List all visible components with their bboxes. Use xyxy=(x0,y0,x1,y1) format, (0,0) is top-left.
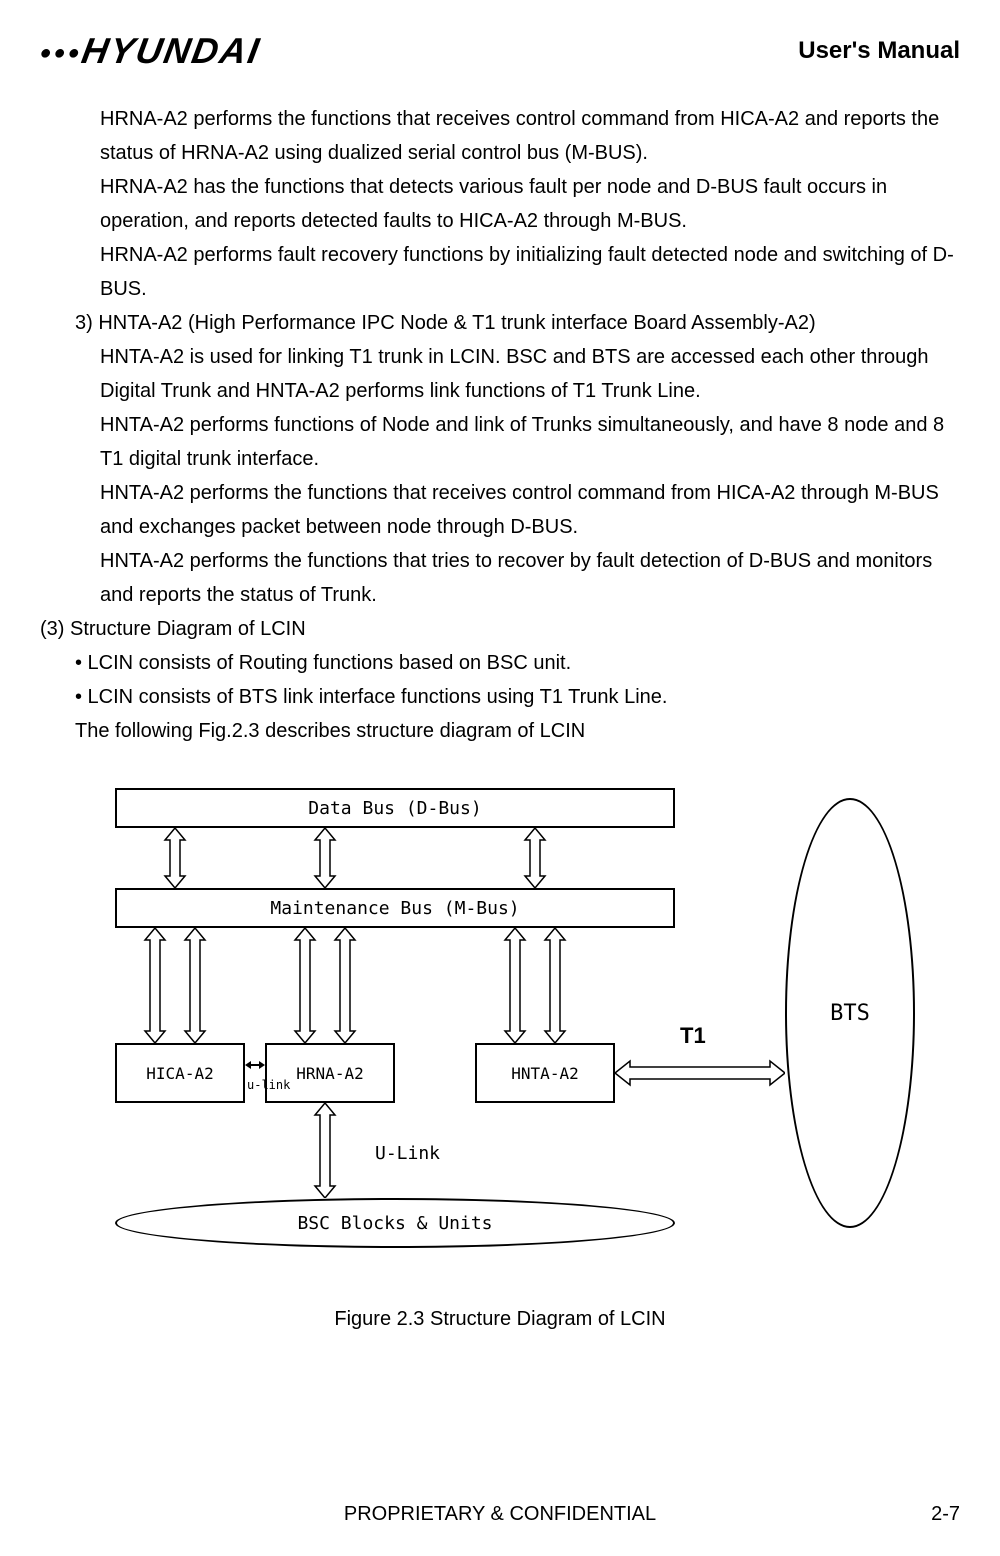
logo-dots-icon: ●●● xyxy=(38,42,84,65)
t1-label: T1 xyxy=(680,1023,706,1049)
page-footer: PROPRIETARY & CONFIDENTIAL 2-7 xyxy=(40,1503,960,1526)
page-number: 2-7 xyxy=(931,1503,960,1526)
hrna-box: HRNA-A2 xyxy=(265,1043,395,1103)
hica-box: HICA-A2 xyxy=(115,1043,245,1103)
bsc-ellipse: BSC Blocks & Units xyxy=(115,1198,675,1248)
manual-title: User's Manual xyxy=(798,37,960,65)
body-content: HRNA-A2 performs the functions that rece… xyxy=(40,102,960,748)
page-header: ●●●HYUNDAI User's Manual xyxy=(40,30,960,72)
hnta-box: HNTA-A2 xyxy=(475,1043,615,1103)
arrow-vert-icon xyxy=(500,928,530,1043)
paragraph: HNTA-A2 performs the functions that trie… xyxy=(40,544,960,612)
figure-caption: Figure 2.3 Structure Diagram of LCIN xyxy=(40,1308,960,1331)
ulink-label: U-Link xyxy=(375,1143,440,1164)
arrow-vert-icon xyxy=(290,928,320,1043)
arrow-vert-icon xyxy=(310,1103,340,1198)
mbus-box: Maintenance Bus (M-Bus) xyxy=(115,888,675,928)
arrow-horiz-icon xyxy=(245,1058,265,1073)
paragraph: HNTA-A2 performs the functions that rece… xyxy=(40,476,960,544)
paragraph: • LCIN consists of Routing functions bas… xyxy=(40,646,960,680)
lcin-diagram: Data Bus (D-Bus) Maintenance Bus (M-Bus)… xyxy=(75,788,925,1268)
paragraph: HNTA-A2 is used for linking T1 trunk in … xyxy=(40,340,960,408)
arrow-horiz-icon xyxy=(615,1053,785,1093)
arrow-vert-icon xyxy=(180,928,210,1043)
paragraph: The following Fig.2.3 describes structur… xyxy=(40,714,960,748)
paragraph: HRNA-A2 has the functions that detects v… xyxy=(40,170,960,238)
ulink-small-label: u-link xyxy=(247,1078,290,1092)
paragraph: • LCIN consists of BTS link interface fu… xyxy=(40,680,960,714)
paragraph: HRNA-A2 performs fault recovery function… xyxy=(40,238,960,306)
arrow-vert-icon xyxy=(310,828,340,888)
footer-proprietary: PROPRIETARY & CONFIDENTIAL xyxy=(344,1503,656,1526)
dbus-box: Data Bus (D-Bus) xyxy=(115,788,675,828)
arrow-vert-icon xyxy=(160,828,190,888)
paragraph: (3) Structure Diagram of LCIN xyxy=(40,612,960,646)
arrow-vert-icon xyxy=(520,828,550,888)
hyundai-logo: ●●●HYUNDAI xyxy=(36,30,264,72)
paragraph: HNTA-A2 performs functions of Node and l… xyxy=(40,408,960,476)
arrow-vert-icon xyxy=(540,928,570,1043)
paragraph: 3) HNTA-A2 (High Performance IPC Node & … xyxy=(40,306,960,340)
paragraph: HRNA-A2 performs the functions that rece… xyxy=(40,102,960,170)
arrow-vert-icon xyxy=(140,928,170,1043)
logo-text: HYUNDAI xyxy=(79,30,264,71)
arrow-vert-icon xyxy=(330,928,360,1043)
bts-ellipse: BTS xyxy=(785,798,915,1228)
